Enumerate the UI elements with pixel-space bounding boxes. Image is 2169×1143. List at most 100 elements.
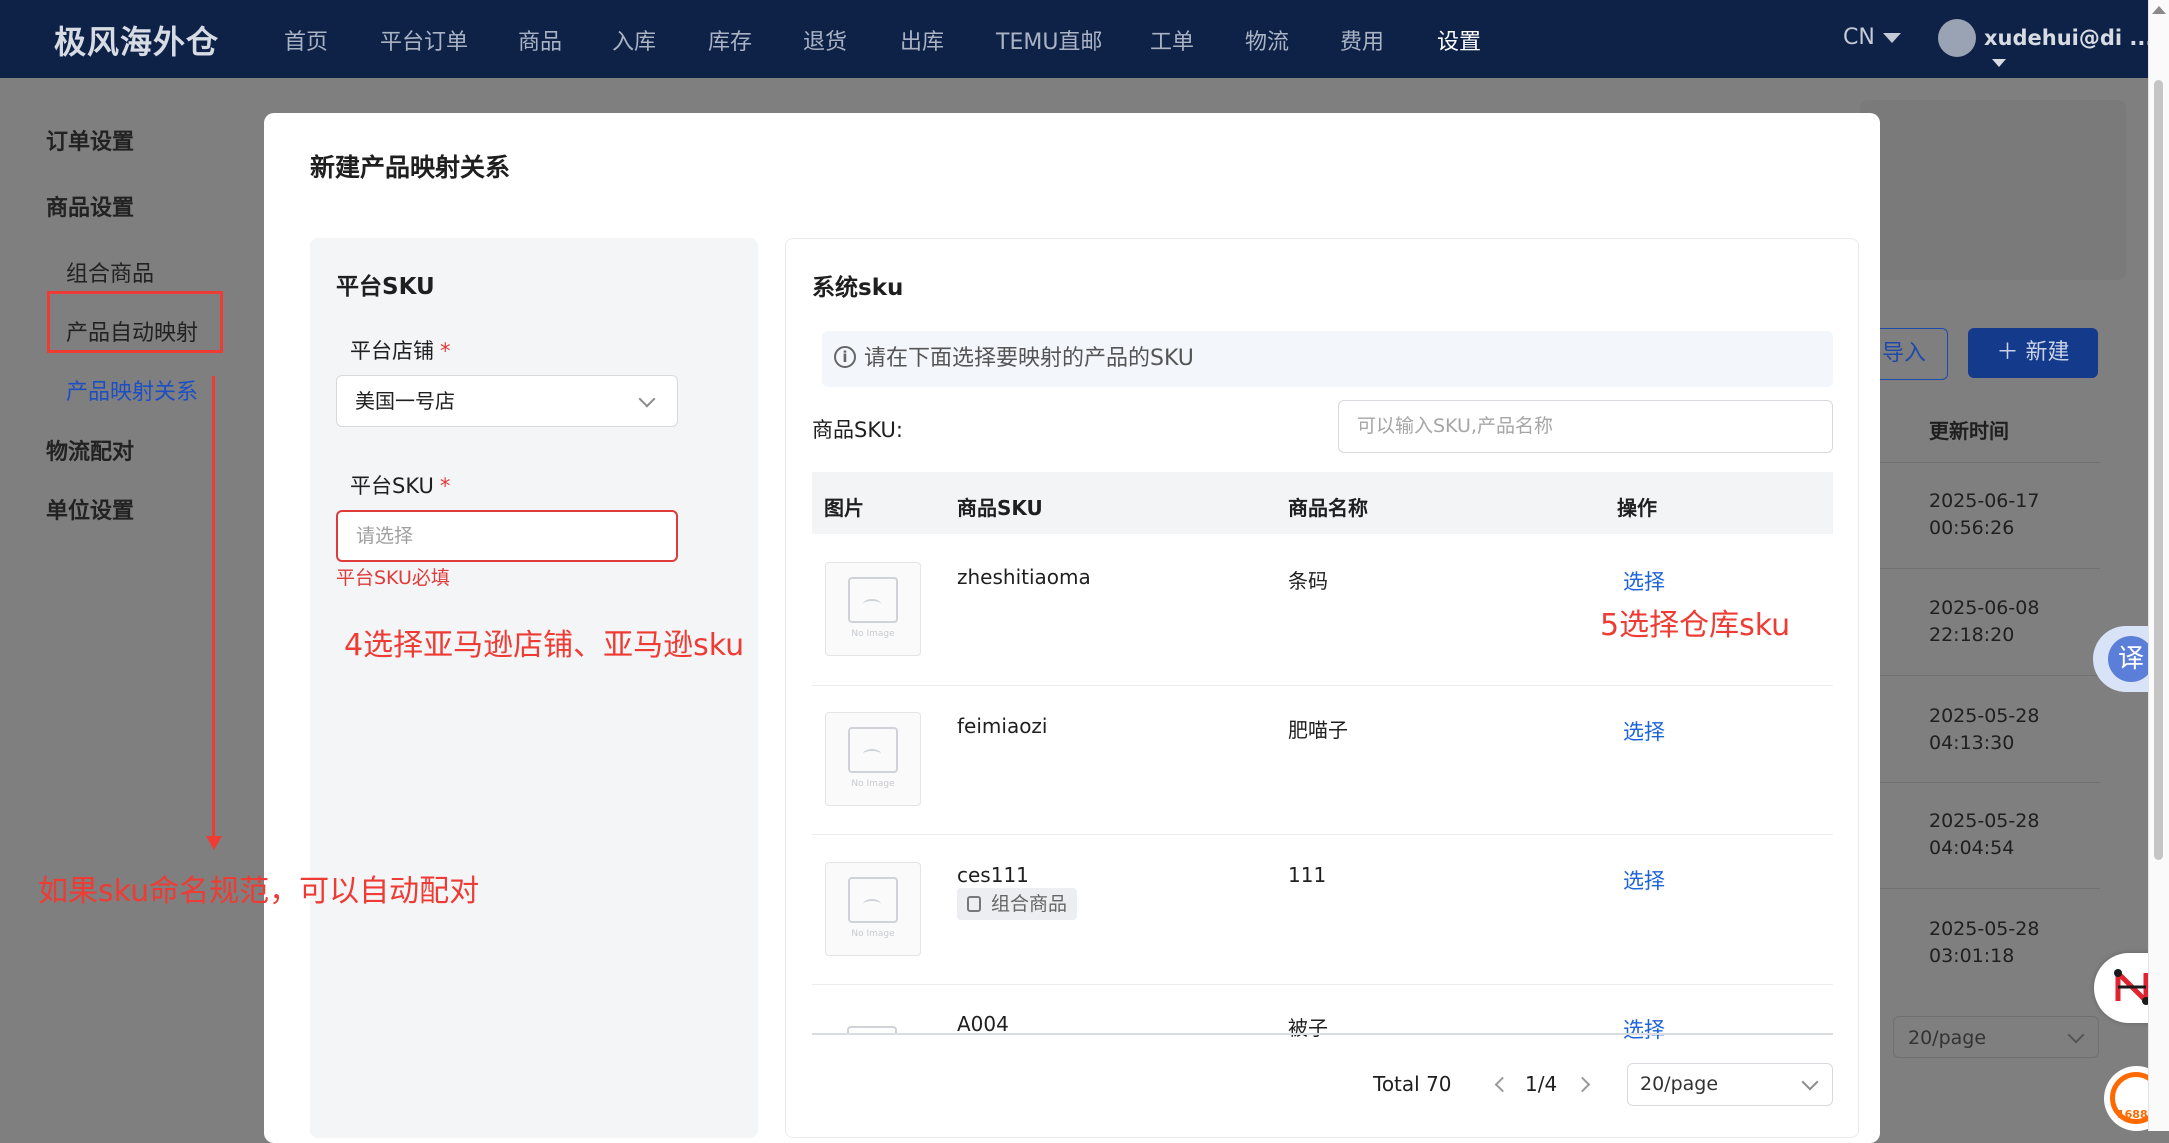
- info-text: 请在下面选择要映射的产品的SKU: [864, 346, 1194, 371]
- table-cell-sku: zheshitiaoma: [957, 565, 1091, 589]
- sidebar-item-product-settings[interactable]: 商品设置: [46, 190, 134, 222]
- product-sku-label: 商品SKU:: [812, 418, 903, 442]
- network-icon: [2114, 969, 2150, 1005]
- no-image-placeholder: No Image: [825, 562, 921, 656]
- platform-sku-placeholder: 请选择: [356, 525, 414, 547]
- table-cell-name: 111: [1288, 863, 1327, 887]
- nav-temu-direct[interactable]: TEMU直邮: [996, 24, 1102, 56]
- chevron-down-icon: [1801, 1073, 1819, 1091]
- no-image-placeholder: No Image: [825, 862, 921, 956]
- search-placeholder: 可以输入SKU,产品名称: [1357, 415, 1553, 437]
- chevron-down-icon: [638, 390, 656, 408]
- update-time-cell: 2025-05-28 03:01:18: [1929, 918, 2040, 967]
- platform-sku-title: 平台SKU: [336, 274, 435, 300]
- image-placeholder-icon: [848, 877, 898, 923]
- table-cell-name: 条码: [1288, 569, 1328, 593]
- platform-sku-panel: [310, 238, 758, 1138]
- new-button[interactable]: ＋ 新建: [1968, 328, 2098, 378]
- annotation-arrow-head: [206, 836, 222, 850]
- nav-platform-orders[interactable]: 平台订单: [380, 24, 468, 56]
- nav-tickets[interactable]: 工单: [1150, 24, 1194, 56]
- chevron-down-icon: [2067, 1026, 2085, 1044]
- active-nav-indicator: [1437, 62, 1481, 68]
- column-action: 操作: [1617, 496, 1657, 520]
- platform-sku-select[interactable]: 请选择: [336, 510, 678, 562]
- language-label: CN: [1843, 25, 1875, 50]
- update-time-cell: 2025-05-28 04:04:54: [1929, 810, 2040, 859]
- annotation-step5: 5选择仓库sku: [1600, 608, 1791, 643]
- select-link[interactable]: 选择: [1623, 716, 1665, 746]
- row-divider: [812, 685, 1833, 686]
- background-page-size-select[interactable]: 20/page: [1893, 1016, 2099, 1058]
- nav-inventory[interactable]: 库存: [708, 24, 752, 56]
- annotation-highlight-box: [47, 291, 223, 353]
- chevron-down-icon: [1882, 33, 1901, 43]
- app-logo[interactable]: 极风海外仓: [54, 17, 219, 63]
- sidebar-item-mapping-relation[interactable]: 产品映射关系: [66, 374, 198, 406]
- table-cell-name: 被子: [1288, 1016, 1328, 1040]
- avatar[interactable]: [1938, 19, 1976, 57]
- image-placeholder-icon: [848, 577, 898, 623]
- info-banner: i 请在下面选择要映射的产品的SKU: [822, 331, 1833, 387]
- row-divider: [1880, 675, 2100, 676]
- modal-title: 新建产品映射关系: [310, 153, 511, 182]
- sidebar-item-unit-settings[interactable]: 单位设置: [46, 493, 134, 525]
- select-link[interactable]: 选择: [1623, 1014, 1665, 1044]
- annotation-step4: 4选择亚马逊店铺、亚马逊sku: [344, 628, 745, 663]
- nav-inbound[interactable]: 入库: [612, 24, 656, 56]
- row-divider: [1880, 888, 2100, 889]
- platform-sku-label: 平台SKU *: [350, 474, 451, 498]
- annotation-auto-pair-note: 如果sku命名规范，可以自动配对: [38, 874, 480, 909]
- image-placeholder-icon: [848, 727, 898, 773]
- annotation-arrow-line: [212, 376, 215, 846]
- store-select-value: 美国一号店: [355, 389, 455, 413]
- chevron-down-icon: [1992, 59, 2006, 67]
- nav-settings[interactable]: 设置: [1437, 24, 1481, 56]
- no-image-placeholder: No Image: [825, 712, 921, 806]
- row-divider: [1880, 782, 2100, 783]
- store-label: 平台店铺 *: [350, 339, 451, 363]
- user-menu[interactable]: xudehui@di ...: [1984, 26, 2169, 74]
- nav-fees[interactable]: 费用: [1340, 24, 1384, 56]
- combo-product-tag: 组合商品: [957, 888, 1078, 920]
- nav-home[interactable]: 首页: [284, 24, 328, 56]
- column-product-name: 商品名称: [1288, 496, 1368, 520]
- select-link[interactable]: 选择: [1623, 566, 1665, 596]
- sidebar-item-order-settings[interactable]: 订单设置: [46, 124, 134, 156]
- scroll-up-icon[interactable]: [2152, 6, 2166, 14]
- nav-products[interactable]: 商品: [518, 24, 562, 56]
- user-name: xudehui@di ...: [1984, 26, 2154, 50]
- nav-returns[interactable]: 退货: [803, 24, 847, 56]
- pagination-page: 1/4: [1525, 1072, 1558, 1096]
- nav-logistics[interactable]: 物流: [1245, 24, 1289, 56]
- info-icon: i: [834, 346, 856, 368]
- table-cell-name: 肥喵子: [1288, 718, 1348, 742]
- sidebar-item-logistics-pairing[interactable]: 物流配对: [46, 434, 134, 466]
- page-size-select[interactable]: 20/page: [1627, 1063, 1833, 1106]
- platform-sku-error: 平台SKU必填: [336, 567, 450, 589]
- plus-icon: ＋: [1996, 340, 2026, 365]
- column-update-time: 更新时间: [1929, 419, 2009, 443]
- background-filter-card: [1860, 100, 2126, 280]
- sidebar-item-combo-product[interactable]: 组合商品: [66, 256, 154, 288]
- update-time-cell: 2025-06-17 00:56:26: [1929, 490, 2040, 539]
- row-divider: [1880, 568, 2100, 569]
- no-image-placeholder: [825, 1012, 921, 1033]
- product-sku-search-input[interactable]: 可以输入SKU,产品名称: [1338, 400, 1833, 453]
- row-divider: [812, 834, 1833, 835]
- row-divider: [1880, 462, 2100, 463]
- import-button-label: 导入: [1881, 341, 1926, 366]
- new-button-label: 新建: [2025, 340, 2070, 365]
- update-time-cell: 2025-06-08 22:18:20: [1929, 597, 2040, 646]
- table-cell-sku: ces111: [957, 863, 1029, 887]
- nav-outbound[interactable]: 出库: [900, 24, 944, 56]
- table-cell-sku: feimiaozi: [957, 714, 1048, 738]
- select-link[interactable]: 选择: [1623, 865, 1665, 895]
- combo-icon: [967, 896, 981, 912]
- store-select[interactable]: 美国一号店: [336, 375, 678, 427]
- scrollbar-thumb[interactable]: [2154, 80, 2163, 860]
- column-product-sku: 商品SKU: [957, 496, 1043, 520]
- language-selector[interactable]: CN: [1843, 25, 1901, 50]
- pagination-total: Total 70: [1373, 1072, 1452, 1096]
- update-time-cell: 2025-05-28 04:13:30: [1929, 705, 2040, 754]
